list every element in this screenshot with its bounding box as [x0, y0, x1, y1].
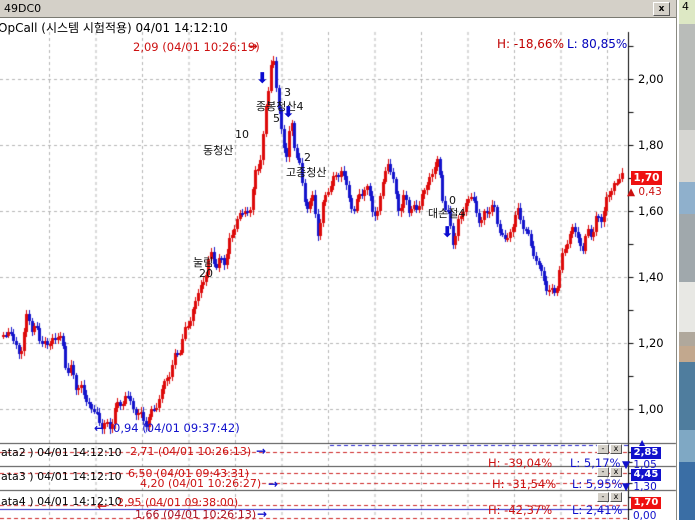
- panel-data4-axis-change: 0,00: [633, 510, 656, 522]
- axis-tick-100: 1,00: [638, 402, 664, 416]
- side-strip-segment: [679, 214, 695, 282]
- panel-data3-minimize-icon[interactable]: -: [597, 467, 609, 477]
- chart-annotation: 5: [273, 112, 280, 125]
- window-right-border: [676, 0, 677, 520]
- panel-data3-low: L: 5,95%: [572, 477, 622, 491]
- panel-data4-arrow-icon: →: [257, 507, 267, 521]
- close-icon[interactable]: x: [653, 2, 670, 16]
- side-strip-segment: [679, 362, 695, 430]
- last-price-change: ▲ 0,43: [627, 186, 662, 198]
- chart-annotation: 2: [304, 151, 311, 164]
- side-strip-top-label: 4: [679, 0, 695, 24]
- chart-annotation: 10: [235, 128, 249, 141]
- panel-data3-arrow-icon: →: [268, 477, 278, 491]
- signal-down-arrow-icon: ⬇: [256, 72, 269, 84]
- chart-low-pct: L: 80,85%: [567, 37, 627, 51]
- panel-data2-close-icon[interactable]: x: [610, 444, 622, 454]
- side-strip-segment: [679, 332, 695, 346]
- panel-data2-up-icon: ▲: [639, 438, 645, 447]
- panel-data3-axis-change: ▼ 1,30: [622, 481, 657, 493]
- price-chart-canvas: [0, 0, 695, 520]
- axis-tick-200: 2,00: [638, 72, 664, 86]
- panel-data2-minimize-icon[interactable]: -: [597, 444, 609, 454]
- axis-tick-160: 1,60: [638, 204, 664, 218]
- panel-data3-close-icon[interactable]: x: [610, 467, 622, 477]
- panel-data4-close-icon[interactable]: x: [610, 492, 622, 502]
- chart-high-pct: H: -18,66%: [497, 37, 564, 51]
- panel-data3-label: ata3 ) 04/01 14:12:10: [1, 470, 122, 483]
- side-strip-segment: [679, 430, 695, 462]
- panel-data2-value: 2,71 (04/01 10:26:13): [130, 445, 251, 458]
- panel-data3-high: H: -31,54%: [492, 477, 556, 491]
- axis-tick-180: 1,80: [638, 138, 664, 152]
- panel-data4-low: L: 2,41%: [572, 503, 622, 517]
- low-arrow-icon: ←: [94, 421, 104, 435]
- chart-title: OpCall (시스템 시험적용) 04/01 14:12:10: [0, 19, 228, 36]
- title-bar[interactable]: 49DC0: [0, 0, 676, 18]
- chart-annotation: 동청산: [203, 142, 233, 158]
- panel-data4-left-arrow-icon: ←: [97, 499, 107, 513]
- panel-data4-axis-value: 1,70: [631, 497, 661, 509]
- side-strip-segment: [679, 282, 695, 332]
- chart-annotation: 대손절4: [428, 205, 465, 221]
- side-strip-segment: [679, 130, 695, 182]
- chart-annotation: 20: [199, 267, 213, 280]
- signal-down-arrow-icon: ⬇: [441, 226, 454, 238]
- window-title: 49DC0: [4, 2, 41, 15]
- axis-tick-140: 1,40: [638, 270, 664, 284]
- panel-data3-axis-value: 4,45: [631, 469, 661, 481]
- side-strip-segment: [679, 462, 695, 520]
- last-price-tag: 1,70: [631, 171, 662, 185]
- side-strip-segment: [679, 24, 695, 130]
- panel-data2-high: H: -39,04%: [488, 456, 552, 470]
- panel-data3-value2: 4,20 (04/01 10:26:27): [140, 477, 261, 490]
- panel-data4-minimize-icon[interactable]: -: [597, 492, 609, 502]
- signal-down-arrow-icon: ⬇: [282, 106, 295, 118]
- chart-annotation: 고종청산: [286, 164, 326, 180]
- axis-tick-120: 1,20: [638, 336, 664, 350]
- panel-data4-value2: 1,66 (04/01 10:26:13): [135, 508, 256, 521]
- panel-data2-label: ata2 ) 04/01 14:12:10: [1, 446, 122, 459]
- panel-data2-axis-value: 2,85: [631, 447, 661, 459]
- peak-arrow-icon: →: [248, 39, 258, 53]
- panel-data2-arrow-icon: →: [256, 444, 266, 458]
- side-strip-segment: [679, 182, 695, 214]
- side-strip-segment: [679, 346, 695, 362]
- low-annotation: 0,94 (04/01 09:37:42): [113, 421, 240, 435]
- panel-data4-high: H: -42,37%: [488, 503, 552, 517]
- peak-annotation: 2,09 (04/01 10:26:19): [133, 40, 260, 54]
